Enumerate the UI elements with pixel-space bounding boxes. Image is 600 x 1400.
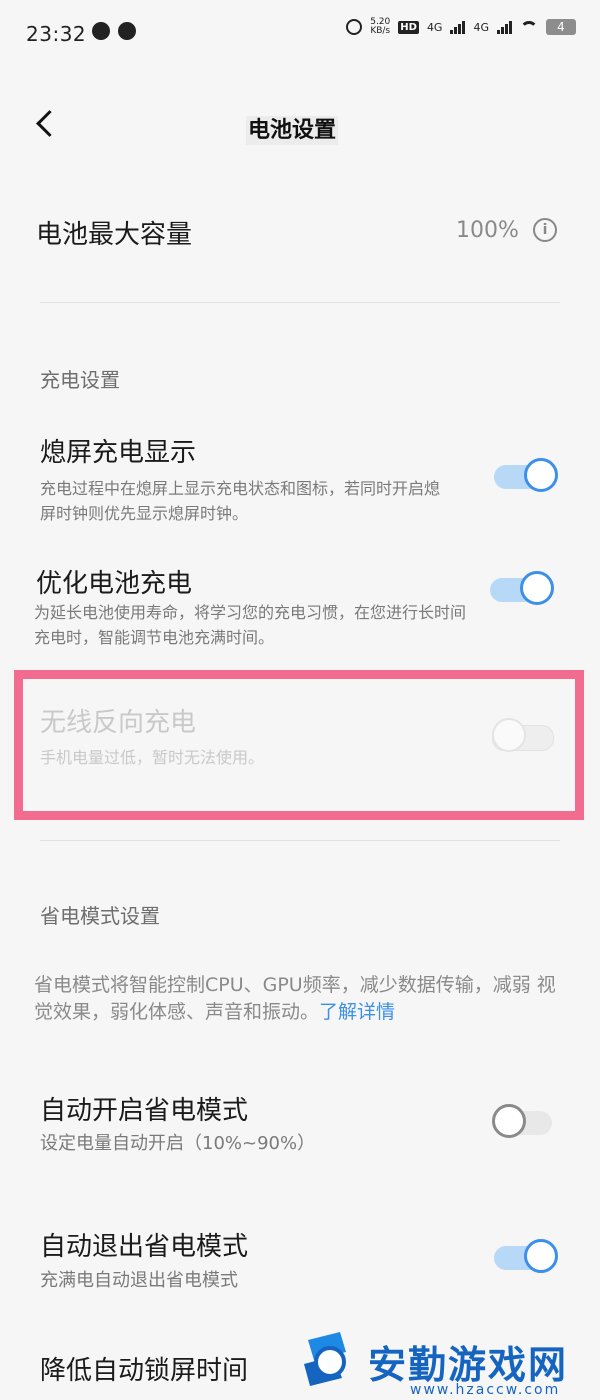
divider	[40, 302, 560, 303]
signal-icon-2	[497, 20, 512, 34]
signal-icon	[450, 20, 466, 34]
notification-icons	[92, 22, 136, 40]
toggle-optimized-charging[interactable]	[490, 571, 554, 605]
battery-capacity-value: 100%	[456, 218, 519, 243]
setting-title: 降低自动锁屏时间	[40, 1356, 249, 1386]
network-speed: 5.20 KB/s	[370, 17, 391, 36]
toggle-auto-exit-power-saving[interactable]	[494, 1239, 558, 1273]
info-icon[interactable]: i	[533, 218, 557, 242]
setting-description: 为延长电池使用寿命，将学习您的充电习惯，在您进行长时间充电时，智能调节电池充满时…	[34, 603, 467, 647]
setting-title: 自动退出省电模式	[40, 1232, 249, 1262]
learn-more-link[interactable]: 了解详情	[319, 1001, 395, 1023]
section-title-power-saving: 省电模式设置	[40, 904, 160, 928]
sim1-label: 4G	[426, 20, 443, 34]
toggle-auto-enable-power-saving[interactable]	[492, 1104, 556, 1138]
hd-icon: HD	[398, 20, 419, 34]
setting-title: 熄屏充电显示	[40, 438, 197, 468]
section-title-charging: 充电设置	[40, 368, 120, 392]
alarm-icon	[346, 19, 363, 35]
watermark-text: 安勤游戏网	[368, 1343, 569, 1387]
app-notification-icon	[118, 22, 136, 40]
setting-description: 充满电自动退出省电模式	[40, 1270, 238, 1291]
watermark-logo	[304, 1332, 346, 1386]
setting-description: 充电过程中在熄屏上显示充电状态和图标，若同时开启熄屏时钟则优先显示熄屏时钟。	[40, 479, 441, 523]
divider	[40, 840, 560, 841]
status-time: 23:32	[26, 22, 87, 46]
toggle-aod-charging-display[interactable]	[494, 458, 558, 492]
highlight-box	[14, 670, 584, 820]
battery-capacity-label: 电池最大容量	[36, 220, 193, 250]
power-saving-description: 省电模式将智能控制CPU、GPU频率，减少数据传输，减弱 视觉效果，弱化体感、声…	[34, 974, 556, 1023]
wechat-icon	[92, 22, 110, 40]
setting-title: 自动开启省电模式	[40, 1096, 249, 1126]
page-title: 电池设置	[245, 116, 338, 145]
battery-icon: 4	[546, 19, 576, 35]
wifi-icon	[520, 21, 538, 33]
setting-description: 设定电量自动开启（10%~90%）	[40, 1133, 316, 1154]
status-icons: 5.20 KB/s HD 4G 4G 4	[346, 18, 576, 36]
watermark-url: www.hzaccw.com	[410, 1382, 561, 1398]
setting-title: 优化电池充电	[36, 569, 193, 599]
sim2-label: 4G	[473, 20, 489, 34]
